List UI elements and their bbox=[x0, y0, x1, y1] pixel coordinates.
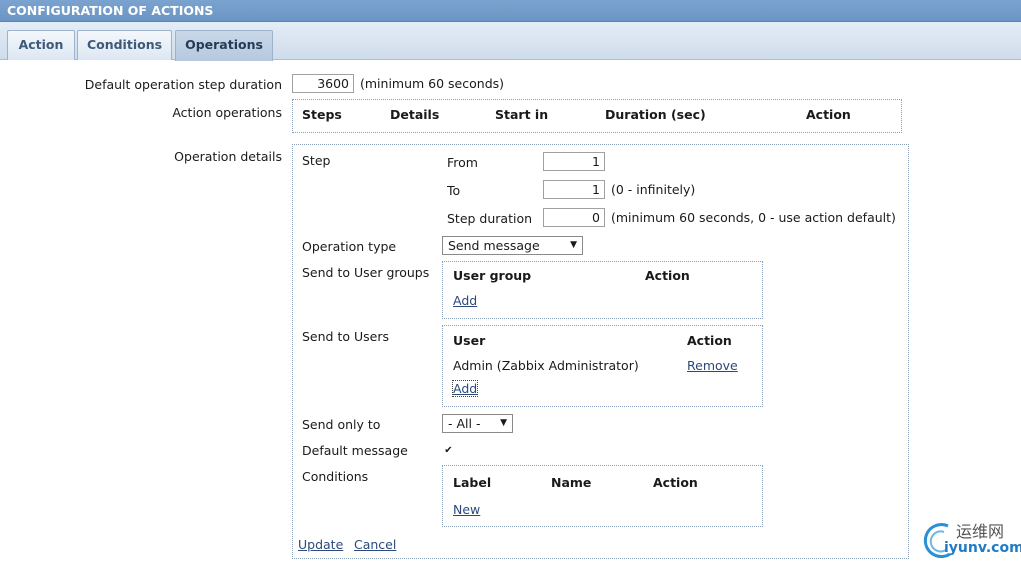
conditions-table: Label Name Action New bbox=[442, 465, 763, 527]
operation-details-label: Operation details bbox=[174, 149, 282, 164]
column-header-user-group: User group bbox=[453, 268, 532, 283]
step-to-input[interactable]: 1 bbox=[543, 180, 605, 199]
window-title: CONFIGURATION OF ACTIONS bbox=[0, 0, 1021, 22]
column-header-label: Label bbox=[453, 475, 492, 490]
tab-conditions[interactable]: Conditions bbox=[77, 30, 172, 60]
send-only-to-label: Send only to bbox=[302, 417, 381, 432]
operation-type-select[interactable]: Send message ▼ bbox=[442, 236, 583, 255]
dropdown-arrow-icon: ▼ bbox=[500, 418, 507, 428]
tab-action[interactable]: Action bbox=[7, 30, 75, 60]
step-from-input[interactable]: 1 bbox=[543, 152, 605, 171]
step-duration-input[interactable]: 0 bbox=[543, 208, 605, 227]
user-groups-table: User group Action Add bbox=[442, 261, 763, 319]
new-condition-link[interactable]: New bbox=[453, 502, 480, 517]
step-duration-hint: (minimum 60 seconds, 0 - use action defa… bbox=[611, 210, 896, 225]
step-from-label: From bbox=[447, 155, 478, 170]
remove-user-link[interactable]: Remove bbox=[687, 358, 738, 373]
send-only-to-value: - All - bbox=[448, 416, 481, 431]
update-link[interactable]: Update bbox=[298, 537, 343, 552]
operation-details-panel: Step From 1 To 1 (0 - infinitely) Step d… bbox=[292, 144, 909, 559]
default-step-duration-input[interactable]: 3600 bbox=[292, 74, 354, 93]
step-label: Step bbox=[302, 153, 331, 168]
action-operations-table: Steps Details Start in Duration (sec) Ac… bbox=[292, 99, 902, 133]
user-row-name: Admin (Zabbix Administrator) bbox=[453, 358, 639, 373]
watermark-text-top: 运维网 bbox=[956, 522, 1005, 541]
step-to-hint: (0 - infinitely) bbox=[611, 182, 696, 197]
step-to-label: To bbox=[447, 183, 461, 198]
conditions-label: Conditions bbox=[302, 469, 369, 484]
watermark: 运维网 iyunv.com bbox=[916, 518, 1021, 566]
step-duration-label: Step duration bbox=[447, 211, 533, 226]
default-message-checkbox[interactable]: ✔ bbox=[443, 446, 454, 457]
column-header-user-action: Action bbox=[687, 333, 732, 348]
column-header-user: User bbox=[453, 333, 486, 348]
default-message-label: Default message bbox=[302, 443, 408, 458]
cancel-link[interactable]: Cancel bbox=[354, 537, 396, 552]
send-only-to-select[interactable]: - All - ▼ bbox=[442, 414, 513, 433]
tab-operations[interactable]: Operations bbox=[175, 30, 273, 61]
add-user-group-link[interactable]: Add bbox=[453, 293, 477, 308]
column-header-start-in: Start in bbox=[495, 107, 549, 122]
column-header-action: Action bbox=[806, 107, 851, 122]
default-step-duration-hint: (minimum 60 seconds) bbox=[360, 76, 505, 91]
column-header-details: Details bbox=[390, 107, 440, 122]
action-operations-label: Action operations bbox=[172, 105, 282, 120]
users-table: User Action Admin (Zabbix Administrator)… bbox=[442, 325, 763, 407]
dropdown-arrow-icon: ▼ bbox=[570, 240, 577, 250]
column-header-group-action: Action bbox=[645, 268, 690, 283]
column-header-condition-action: Action bbox=[653, 475, 698, 490]
operation-type-label: Operation type bbox=[302, 239, 397, 254]
default-step-duration-label: Default operation step duration bbox=[84, 77, 282, 92]
user-groups-label: Send to User groups bbox=[302, 265, 430, 280]
column-header-name: Name bbox=[551, 475, 592, 490]
users-label: Send to Users bbox=[302, 329, 389, 344]
tab-bar: Action Conditions Operations bbox=[0, 22, 1021, 61]
column-header-duration: Duration (sec) bbox=[605, 107, 706, 122]
add-user-link[interactable]: Add bbox=[451, 380, 479, 397]
operation-type-value: Send message bbox=[448, 238, 540, 253]
column-header-steps: Steps bbox=[302, 107, 342, 122]
watermark-text-bottom: iyunv.com bbox=[944, 540, 1021, 556]
